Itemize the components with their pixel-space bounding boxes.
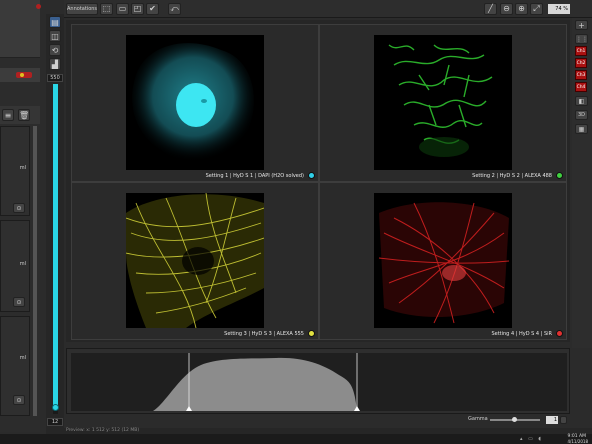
channel-view-icon[interactable]: ▤ [49, 16, 61, 28]
histogram-icon[interactable]: ▟ [49, 58, 61, 70]
tile-caption: Setting 4 | HyD S 4 | SiR [491, 331, 552, 337]
channel-button-ch1[interactable]: Ch1 [575, 46, 587, 56]
cell-image-alexa488 [374, 35, 512, 170]
zoom-value-field[interactable]: 74 % [548, 4, 570, 14]
settings-card-1: ml ⊙ [0, 126, 30, 216]
taskbar: 9:01 AM 4/11/2018 ▴ ▭ ◖ [0, 434, 592, 444]
unit-label: ml [19, 261, 26, 267]
tile-caption: Setting 1 | HyD S 1 | DAPI (H2O solved) [205, 173, 304, 179]
draw-tool-icon[interactable]: ▭ [116, 3, 129, 15]
unit-label: ml [19, 165, 26, 171]
status-indicator [16, 72, 32, 78]
cell-image-dapi [126, 35, 264, 170]
microtubule-graphic [126, 193, 264, 328]
gamma-reset-button[interactable] [560, 416, 567, 424]
view-tool-column: ▤ ◫ ⟲ ▟ 550 12 [46, 14, 64, 432]
channel-color-dot[interactable] [556, 330, 563, 337]
crop-tool-icon[interactable]: ◰ [131, 3, 144, 15]
top-toolbar: Annotations ⬚ ▭ ◰ ✔ ⤺ ╱ ⊖ ⊕ ⤢ 74 % [64, 0, 592, 18]
scale-max-value: 550 [47, 74, 63, 82]
overlay-icon[interactable]: ◧ [575, 96, 588, 106]
histogram-panel [66, 348, 570, 414]
settings-card-3: ml ⊙ [0, 316, 30, 416]
sidebar-status-strip [0, 68, 40, 82]
cell-image-sir [374, 193, 512, 328]
intensity-slider-fill [53, 84, 58, 406]
rotate-icon[interactable]: ⟲ [49, 44, 61, 56]
lock-icon[interactable]: ⊙ [13, 395, 25, 405]
channel-toolbar: + ⋮⋮ Ch1 Ch2 Ch3 Ch4 ◧ 3D ▦ [572, 18, 592, 348]
gamma-value-field[interactable]: 1 [546, 416, 558, 424]
reset-icon[interactable]: ⤺ [168, 3, 181, 15]
status-text: Preview: x: 1 512 y: 512 (12 MB) [66, 428, 140, 433]
image-tile-ch3[interactable]: Setting 3 | HyD S 3 | ALEXA 555 [71, 182, 319, 340]
lock-icon[interactable]: ⊙ [13, 203, 25, 213]
tray-icons[interactable]: ▴ ▭ ◖ [520, 436, 550, 442]
slice-icon[interactable]: ◫ [49, 30, 61, 42]
sidebar-toolbar: ≡ 🗑 [0, 106, 40, 124]
taskbar-date: 4/11/2018 [567, 439, 588, 444]
select-tool-icon[interactable]: ⬚ [100, 3, 113, 15]
histogram-graphic [153, 353, 360, 411]
three-d-button[interactable]: 3D [575, 110, 588, 120]
channel-color-dot[interactable] [308, 330, 315, 337]
settings-card-2: ml ⊙ [0, 220, 30, 312]
intensity-slider-track[interactable] [52, 84, 59, 414]
zoom-out-icon[interactable]: ⊖ [500, 3, 513, 15]
channel-color-dot[interactable] [308, 172, 315, 179]
image-tile-ch4[interactable]: Setting 4 | HyD S 4 | SiR [319, 182, 567, 340]
gamma-label: Gamma [468, 416, 488, 422]
tile-caption: Setting 3 | HyD S 3 | ALEXA 555 [224, 331, 304, 337]
grid-view-icon[interactable]: ⋮⋮ [575, 34, 588, 44]
channel-color-dot[interactable] [556, 172, 563, 179]
gallery-icon[interactable]: ▦ [575, 124, 588, 134]
gamma-slider-handle[interactable] [512, 417, 517, 422]
gamma-slider[interactable] [490, 417, 540, 422]
tile-caption: Setting 2 | HyD S 2 | ALEXA 488 [472, 173, 552, 179]
image-viewer: Setting 1 | HyD S 1 | DAPI (H2O solved) … [66, 20, 570, 342]
channel-button-ch2[interactable]: Ch2 [575, 58, 587, 68]
cell-image-alexa555 [126, 193, 264, 328]
slider-handle[interactable] [52, 404, 59, 411]
zoom-in-icon[interactable]: ⊕ [515, 3, 528, 15]
sidebar-scrollbar[interactable] [33, 126, 37, 416]
lock-icon[interactable]: ⊙ [13, 297, 25, 307]
mitochondria-graphic [388, 44, 493, 157]
check-icon[interactable]: ✔ [146, 3, 159, 15]
left-sidebar: ≡ 🗑 ml ⊙ ml ⊙ ml ⊙ [0, 0, 40, 432]
fit-screen-icon[interactable]: ⤢ [530, 3, 543, 15]
add-icon[interactable]: + [575, 20, 588, 30]
channel-button-ch4[interactable]: Ch4 [575, 82, 587, 92]
sidebar-top-block [0, 0, 40, 58]
image-tile-ch2[interactable]: Setting 2 | HyD S 2 | ALEXA 488 [319, 24, 567, 182]
pen-icon[interactable]: ╱ [484, 3, 497, 15]
histogram-area[interactable] [71, 353, 567, 411]
unit-label: ml [19, 355, 26, 361]
close-indicator[interactable] [36, 4, 41, 9]
list-view-icon[interactable]: ≡ [2, 109, 14, 121]
annotations-button[interactable]: Annotations [66, 3, 98, 15]
status-indicator-yellow [20, 73, 24, 77]
image-tile-ch1[interactable]: Setting 1 | HyD S 1 | DAPI (H2O solved) [71, 24, 319, 182]
dapi-cell-graphic [132, 43, 254, 162]
delete-icon[interactable]: 🗑 [18, 109, 30, 121]
actin-graphic [378, 202, 510, 324]
scale-min-value: 12 [47, 418, 63, 426]
channel-button-ch3[interactable]: Ch3 [575, 70, 587, 80]
